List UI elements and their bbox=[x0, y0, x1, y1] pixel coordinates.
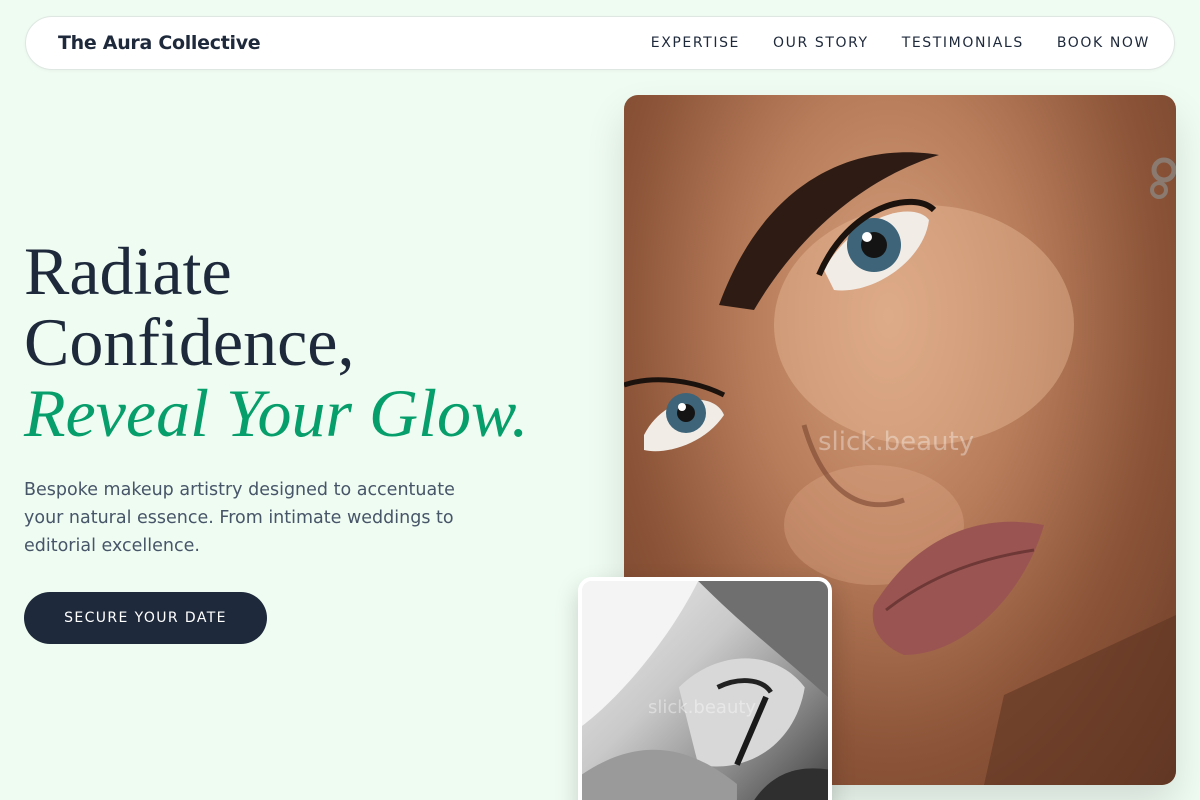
nav-links: EXPERTISE OUR STORY TESTIMONIALS BOOK NO… bbox=[651, 35, 1150, 51]
nav-link-our-story[interactable]: OUR STORY bbox=[773, 35, 869, 51]
makeup-application-image: slick.beauty bbox=[578, 577, 832, 800]
hero-description: Bespoke makeup artistry designed to acce… bbox=[24, 480, 455, 556]
nav-link-expertise[interactable]: EXPERTISE bbox=[651, 35, 740, 51]
inset-illustration bbox=[582, 581, 828, 800]
nav-link-book-now[interactable]: BOOK NOW bbox=[1057, 35, 1150, 51]
headline-line-1: Radiate bbox=[24, 233, 232, 309]
hero-watermark: slick.beauty bbox=[818, 427, 975, 457]
inset-watermark: slick.beauty bbox=[648, 697, 757, 718]
top-navbar: The Aura Collective EXPERTISE OUR STORY … bbox=[25, 16, 1175, 70]
hero-headline: Radiate Confidence, Reveal Your Glow. bbox=[24, 236, 604, 449]
nav-link-testimonials[interactable]: TESTIMONIALS bbox=[902, 35, 1024, 51]
secure-your-date-button[interactable]: SECURE YOUR DATE bbox=[24, 592, 267, 644]
headline-accent: Reveal Your Glow. bbox=[24, 375, 529, 451]
headline-line-2: Confidence, bbox=[24, 304, 355, 380]
brand-logo[interactable]: The Aura Collective bbox=[58, 32, 261, 54]
